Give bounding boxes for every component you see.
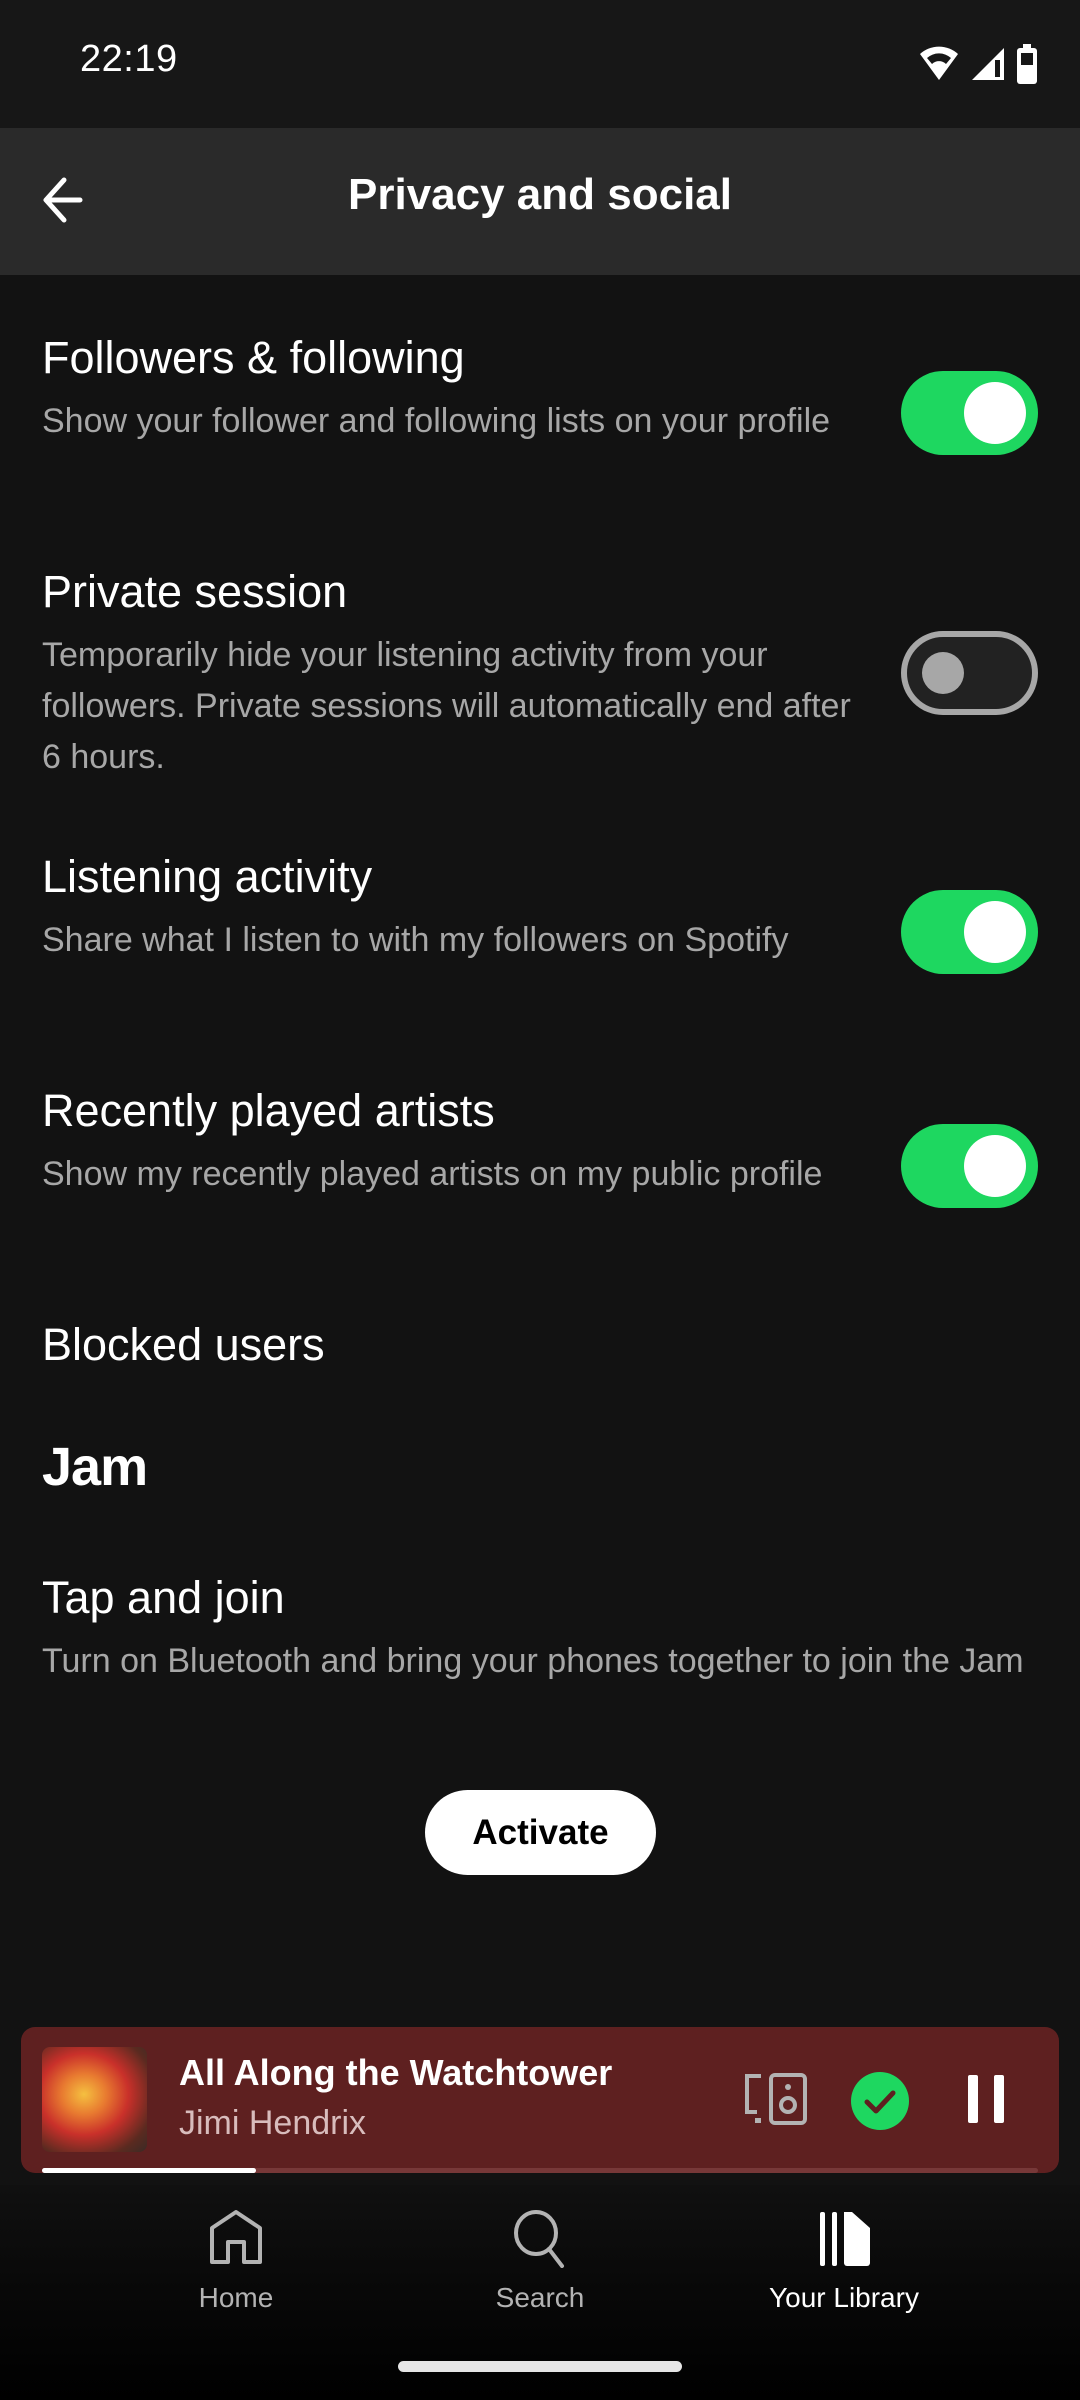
toggle-listening-activity[interactable] [901,890,1038,974]
jam-section-title: Jam [42,1437,148,1497]
playback-progress [42,2168,1038,2173]
setting-desc-recently-played: Show my recently played artists on my pu… [42,1155,823,1193]
devices-icon [745,2073,807,2125]
status-time: 22:19 [80,38,178,80]
tap-and-join-desc: Turn on Bluetooth and bring your phones … [42,1642,1024,1680]
setting-desc-followers: Show your follower and following lists o… [42,402,831,440]
cell-signal-icon [972,48,1004,80]
blocked-users-link[interactable]: Blocked users [42,1319,1038,1371]
track-title: All Along the Watchtower [179,2052,613,2093]
setting-title-listening-activity: Listening activity [42,851,373,902]
setting-title-followers: Followers & following [42,332,465,383]
gesture-home-indicator[interactable] [398,2361,682,2372]
tap-and-join-title: Tap and join [42,1572,285,1623]
nav-search-label: Search [495,2282,585,2313]
pause-icon [968,2075,1004,2123]
toggle-knob [922,652,964,694]
setting-desc-private-session: Temporarily hide your listening activity… [42,636,851,776]
track-artist: Jimi Hendrix [179,2104,367,2142]
saved-button[interactable] [850,2071,910,2136]
page-title: Privacy and social [348,170,732,219]
pause-button[interactable] [961,2071,1011,2132]
status-icons [918,44,1038,84]
toggle-knob [964,1135,1026,1197]
album-art [42,2047,147,2152]
activate-button[interactable]: Activate [425,1790,656,1875]
nav-your-library[interactable]: Your Library [694,2208,994,2314]
nav-home[interactable]: Home [86,2208,386,2314]
nav-search[interactable]: Search [390,2208,690,2314]
setting-title-private-session: Private session [42,566,348,617]
library-icon [820,2212,870,2266]
toggle-recently-played-artists[interactable] [901,1124,1038,1208]
toggle-knob [964,901,1026,963]
home-icon [210,2210,262,2264]
toggle-followers-following[interactable] [901,371,1038,455]
wifi-icon [920,46,958,80]
nav-your-library-label: Your Library [769,2282,919,2313]
search-icon [514,2210,564,2268]
toggle-knob [964,382,1026,444]
connect-devices-button[interactable] [743,2072,809,2133]
toggle-private-session[interactable] [901,631,1038,715]
battery-icon [1017,44,1037,84]
setting-desc-listening-activity: Share what I listen to with my followers… [42,921,789,959]
progress-fill [42,2168,257,2173]
saved-check-icon [851,2072,909,2130]
nav-home-label: Home [198,2282,274,2313]
now-playing-bar[interactable]: All Along the Watchtower Jimi Hendrix [21,2027,1059,2173]
setting-title-recently-played: Recently played artists [42,1085,495,1136]
